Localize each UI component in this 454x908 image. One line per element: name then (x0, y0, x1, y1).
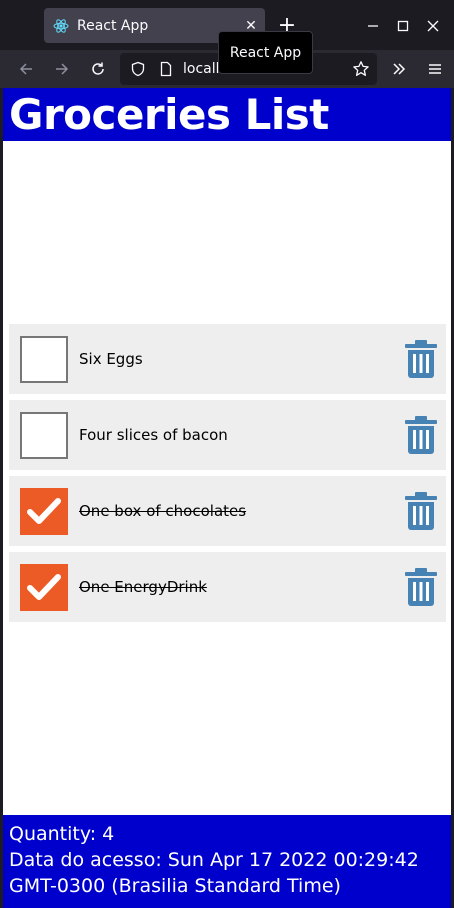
item-label: One EnergyDrink (79, 578, 207, 596)
item-label: Six Eggs (79, 350, 143, 368)
item-checkbox[interactable] (20, 336, 68, 383)
item-checkbox[interactable] (20, 488, 68, 535)
bookmark-star-icon[interactable] (346, 55, 376, 83)
react-logo-icon (53, 18, 69, 34)
checkmark-icon (27, 574, 61, 600)
access-timezone-text: GMT-0300 (Brasilia Standard Time) (9, 875, 341, 897)
maximize-icon[interactable] (388, 12, 418, 40)
list-item: Six Eggs (9, 324, 446, 394)
page-icon[interactable] (158, 61, 174, 81)
item-label: One box of chocolates (79, 502, 247, 520)
tab-tooltip: React App (218, 31, 313, 74)
item-label: Four slices of bacon (79, 426, 228, 444)
tab-title: React App (77, 17, 149, 34)
page-viewport: Groceries List Six Eggs Four slices of b… (3, 88, 451, 908)
forward-arrow-icon[interactable] (47, 55, 77, 83)
access-date-text: Data do acesso: Sun Apr 17 2022 00:29:42 (9, 849, 419, 871)
groceries-list: Six Eggs Four slices of bacon One box of… (9, 324, 446, 628)
reload-icon[interactable] (83, 55, 113, 83)
item-checkbox[interactable] (20, 564, 68, 611)
list-item: One box of chocolates (9, 476, 446, 546)
trash-icon[interactable] (404, 492, 438, 530)
back-arrow-icon[interactable] (11, 55, 41, 83)
shield-icon[interactable] (130, 61, 146, 81)
overflow-chevron-icon[interactable] (384, 55, 414, 83)
checkmark-icon (27, 498, 61, 524)
item-checkbox[interactable] (20, 412, 68, 459)
app-header: Groceries List (3, 88, 451, 141)
trash-icon[interactable] (404, 568, 438, 606)
trash-icon[interactable] (404, 340, 438, 378)
list-item: Four slices of bacon (9, 400, 446, 470)
minimize-icon[interactable] (358, 12, 388, 40)
app-footer: Quantity: 4 Data do acesso: Sun Apr 17 2… (3, 815, 451, 908)
close-window-icon[interactable] (418, 12, 448, 40)
menu-hamburger-icon[interactable] (420, 55, 450, 83)
page-title: Groceries List (9, 90, 329, 139)
trash-icon[interactable] (404, 416, 438, 454)
list-item: One EnergyDrink (9, 552, 446, 622)
quantity-text: Quantity: 4 (9, 823, 115, 845)
